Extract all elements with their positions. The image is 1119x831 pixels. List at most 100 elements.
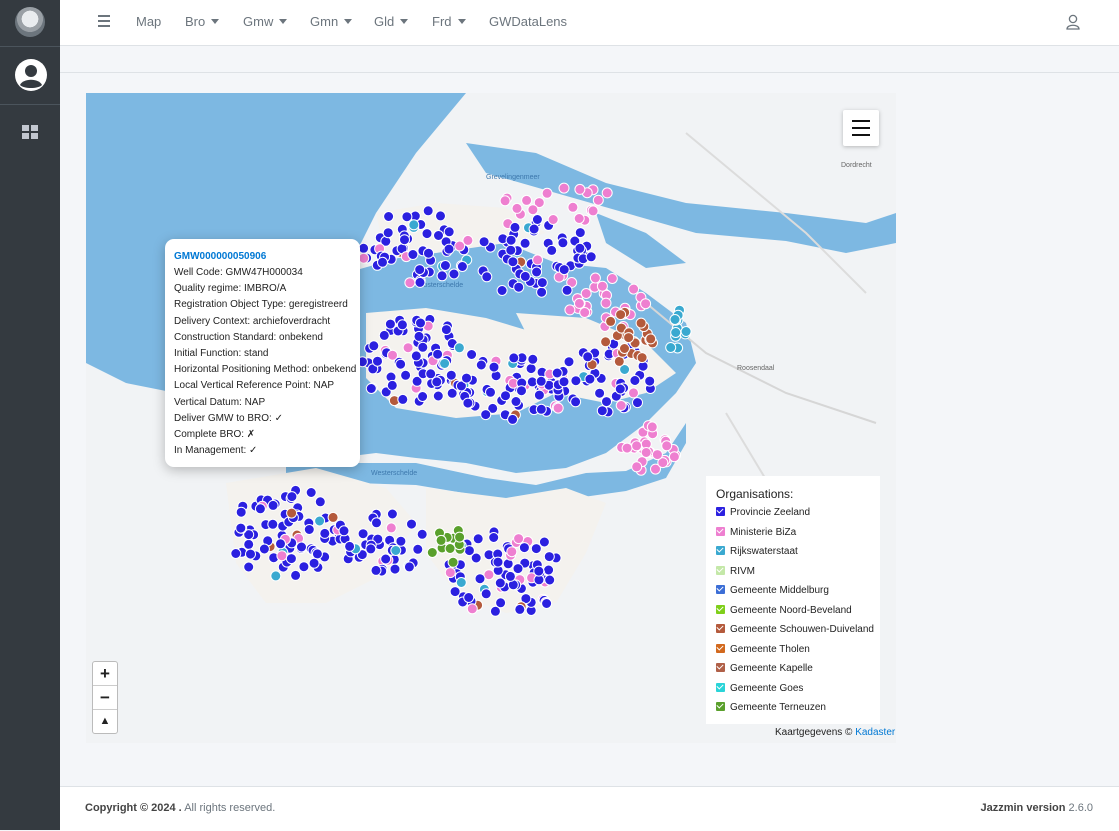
well-marker[interactable]	[407, 249, 419, 260]
well-marker[interactable]	[513, 281, 525, 293]
well-marker[interactable]	[382, 227, 394, 239]
legend-checkbox[interactable]	[716, 624, 725, 633]
well-marker[interactable]	[358, 242, 370, 254]
legend-item[interactable]: Gemeente Kapelle	[716, 663, 813, 674]
well-marker[interactable]	[444, 567, 456, 579]
legend-checkbox[interactable]	[716, 643, 725, 653]
well-marker[interactable]	[519, 270, 531, 282]
well-marker[interactable]	[472, 533, 484, 545]
th-large-icon[interactable]	[22, 125, 38, 139]
well-marker[interactable]	[480, 588, 492, 600]
well-marker[interactable]	[416, 528, 428, 540]
well-marker[interactable]	[646, 421, 658, 433]
well-marker[interactable]	[546, 244, 558, 256]
well-marker[interactable]	[380, 553, 392, 565]
well-marker[interactable]	[243, 561, 255, 573]
nav-item-gmw[interactable]: Gmw	[243, 14, 288, 29]
well-marker[interactable]	[435, 534, 447, 546]
well-marker[interactable]	[541, 598, 553, 609]
well-marker[interactable]	[372, 355, 383, 367]
well-marker[interactable]	[508, 352, 520, 364]
well-marker[interactable]	[579, 307, 591, 318]
well-marker[interactable]	[439, 260, 451, 271]
well-marker[interactable]	[531, 266, 543, 278]
well-marker[interactable]	[536, 286, 548, 298]
well-marker[interactable]	[386, 379, 398, 391]
well-marker[interactable]	[314, 496, 326, 508]
well-marker[interactable]	[466, 349, 478, 360]
well-marker[interactable]	[371, 517, 382, 529]
legend-item[interactable]: Gemeente Tholen	[716, 643, 810, 655]
well-marker[interactable]	[506, 546, 518, 558]
well-marker[interactable]	[456, 261, 468, 272]
well-marker[interactable]	[543, 551, 555, 563]
well-marker[interactable]	[401, 211, 413, 223]
well-marker[interactable]	[308, 557, 320, 569]
well-marker[interactable]	[439, 358, 451, 369]
well-marker[interactable]	[574, 183, 586, 195]
well-marker[interactable]	[570, 396, 582, 408]
well-marker[interactable]	[592, 194, 604, 206]
well-marker[interactable]	[413, 330, 425, 342]
well-marker[interactable]	[530, 543, 542, 555]
well-marker[interactable]	[651, 449, 663, 461]
well-marker[interactable]	[488, 361, 500, 373]
well-marker[interactable]	[267, 518, 279, 530]
well-marker[interactable]	[463, 592, 475, 603]
well-marker[interactable]	[466, 603, 478, 615]
well-marker[interactable]	[449, 586, 461, 598]
well-marker[interactable]	[314, 515, 326, 527]
well-marker[interactable]	[621, 442, 633, 454]
well-marker[interactable]	[481, 271, 493, 283]
well-marker[interactable]	[632, 397, 643, 409]
bars-icon[interactable]	[98, 15, 110, 30]
well-marker[interactable]	[344, 540, 356, 552]
well-marker[interactable]	[499, 195, 511, 207]
well-marker[interactable]	[531, 214, 543, 225]
well-marker[interactable]	[414, 264, 426, 276]
well-marker[interactable]	[519, 237, 531, 249]
well-marker[interactable]	[589, 272, 601, 284]
well-marker[interactable]	[454, 531, 466, 543]
well-marker[interactable]	[606, 273, 618, 284]
well-marker[interactable]	[585, 251, 597, 263]
well-marker[interactable]	[600, 297, 612, 309]
well-marker[interactable]	[383, 211, 395, 222]
well-marker[interactable]	[623, 332, 635, 344]
well-marker[interactable]	[303, 524, 315, 535]
well-marker[interactable]	[385, 522, 397, 534]
well-marker[interactable]	[397, 393, 409, 405]
nav-item-gld[interactable]: Gld	[374, 14, 409, 29]
well-marker[interactable]	[417, 391, 429, 402]
well-marker[interactable]	[365, 543, 377, 555]
legend-checkbox[interactable]	[716, 663, 725, 672]
well-marker[interactable]	[235, 522, 247, 534]
well-marker[interactable]	[584, 373, 596, 385]
well-marker[interactable]	[399, 234, 410, 246]
well-marker[interactable]	[567, 201, 579, 213]
well-marker[interactable]	[275, 538, 286, 550]
legend-checkbox[interactable]	[716, 702, 725, 711]
well-marker[interactable]	[406, 518, 417, 530]
well-marker[interactable]	[494, 577, 506, 589]
well-marker[interactable]	[533, 389, 545, 401]
well-marker[interactable]	[574, 242, 586, 254]
nav-item-gmn[interactable]: Gmn	[310, 14, 353, 29]
well-marker[interactable]	[436, 270, 448, 282]
well-marker[interactable]	[512, 563, 524, 575]
well-marker[interactable]	[661, 440, 673, 452]
nav-item-map[interactable]: Map	[136, 14, 161, 29]
well-marker[interactable]	[286, 491, 298, 503]
well-marker[interactable]	[440, 324, 452, 336]
well-marker[interactable]	[635, 317, 647, 329]
legend-checkbox[interactable]	[716, 546, 725, 555]
well-marker[interactable]	[296, 541, 307, 553]
well-marker[interactable]	[541, 187, 553, 199]
well-marker[interactable]	[276, 550, 288, 562]
well-marker[interactable]	[552, 402, 564, 414]
well-marker[interactable]	[403, 561, 415, 573]
well-marker[interactable]	[547, 214, 559, 225]
well-marker[interactable]	[415, 317, 426, 329]
well-marker[interactable]	[488, 532, 500, 543]
legend-item[interactable]: RIVM	[716, 565, 755, 577]
